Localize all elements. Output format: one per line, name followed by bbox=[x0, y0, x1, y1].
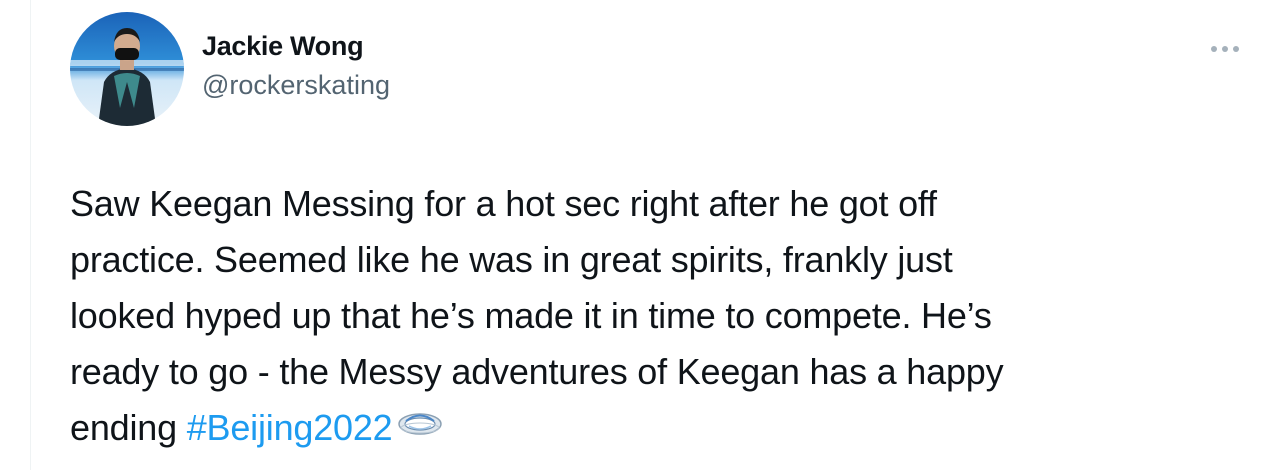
tweet-text-ending: ending bbox=[70, 407, 177, 448]
tweet-text-line: practice. Seemed like he was in great sp… bbox=[70, 239, 953, 280]
author-handle[interactable]: @rockerskating bbox=[202, 70, 390, 101]
beijing-2022-hashflag-icon bbox=[397, 398, 443, 454]
profile-photo bbox=[70, 12, 184, 126]
tweet[interactable]: Jackie Wong @rockerskating Saw Keegan Me… bbox=[0, 0, 1280, 470]
author-display-name[interactable]: Jackie Wong bbox=[202, 31, 364, 62]
tweet-text-line-last: ending #Beijing2022 bbox=[70, 400, 1250, 458]
tweet-text-line: Saw Keegan Messing for a hot sec right a… bbox=[70, 183, 937, 224]
tweet-text-line: looked hyped up that he’s made it in tim… bbox=[70, 295, 992, 336]
more-horizontal-icon bbox=[1211, 46, 1239, 52]
tweet-text-line: ready to go - the Messy adventures of Ke… bbox=[70, 351, 1004, 392]
hashtag-link[interactable]: #Beijing2022 bbox=[187, 407, 393, 448]
avatar[interactable] bbox=[70, 12, 184, 126]
tweet-text: Saw Keegan Messing for a hot sec right a… bbox=[70, 176, 1250, 458]
more-options-button[interactable] bbox=[1208, 36, 1242, 62]
